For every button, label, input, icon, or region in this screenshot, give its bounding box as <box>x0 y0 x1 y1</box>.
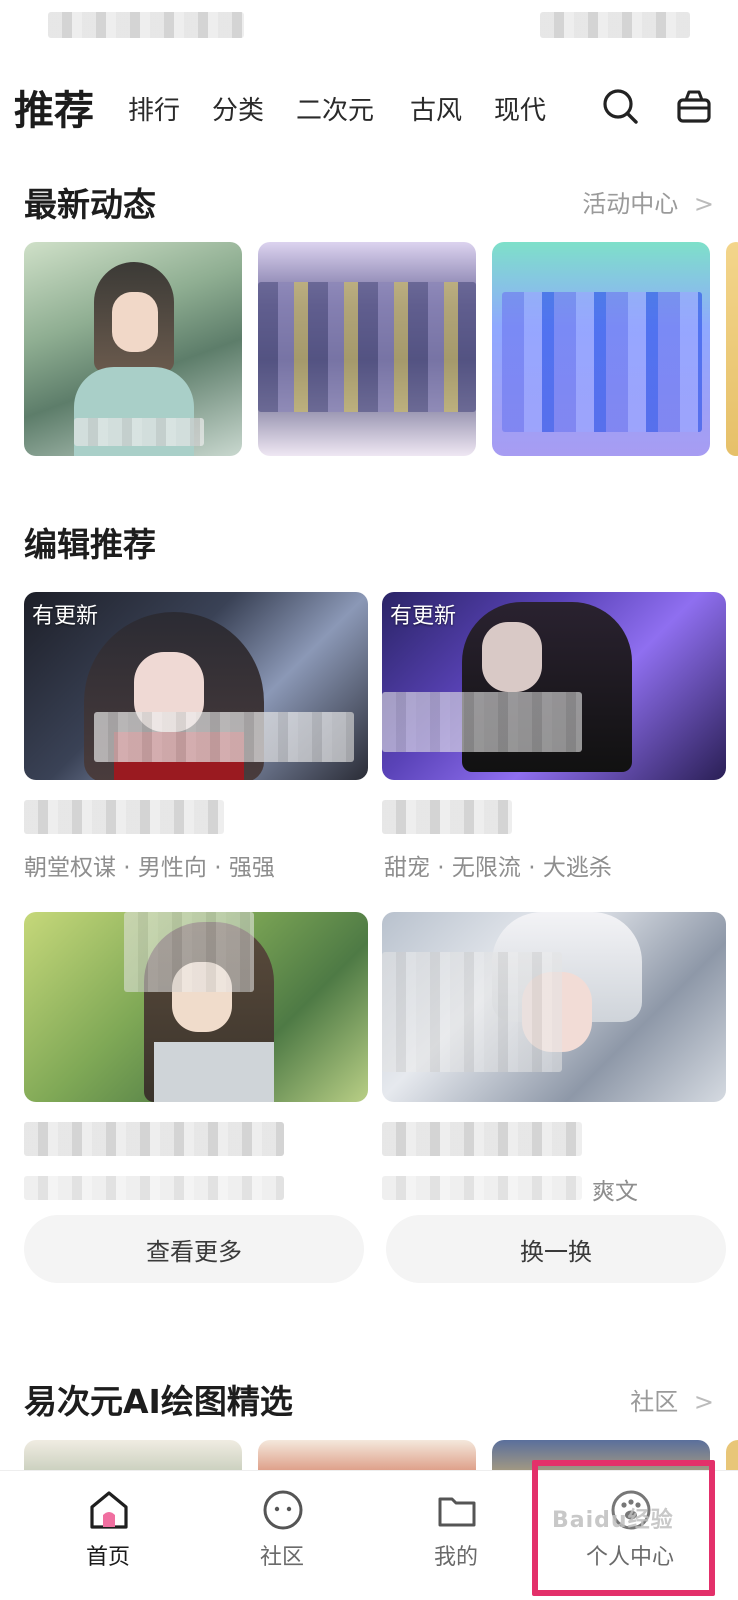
editor-card-4[interactable] <box>382 912 726 1102</box>
editor-card-2-tags: 甜宠 · 无限流 · 大逃杀 <box>384 855 612 881</box>
editor-card-3[interactable] <box>24 912 368 1102</box>
tab-community[interactable]: 社区 <box>202 1471 362 1600</box>
editor-card-4-tags: 爽文 <box>592 1179 638 1205</box>
community-link-label: 社区 <box>630 1388 679 1416</box>
character-face <box>482 622 542 692</box>
tab-modern[interactable]: 现代 <box>494 90 546 127</box>
character-face <box>112 292 158 352</box>
chevron-right-icon: > <box>693 190 714 218</box>
latest-card-4-partial[interactable] <box>726 242 738 456</box>
status-bar-left-blur <box>48 12 244 38</box>
editor-card-2[interactable]: 有更新 <box>382 592 726 780</box>
tab-ancient[interactable]: 古风 <box>410 90 462 127</box>
section-title-ai: 易次元AI绘图精选 <box>24 1382 293 1421</box>
editor-card-1-tags: 朝堂权谋 · 男性向 · 强强 <box>24 855 275 881</box>
update-badge: 有更新 <box>390 604 457 629</box>
chat-bubble-icon <box>263 1490 303 1530</box>
folder-icon <box>438 1497 476 1527</box>
character-armor <box>154 1042 274 1102</box>
tab-home-label: 首页 <box>85 1545 130 1570</box>
card-text-blur <box>74 418 204 446</box>
tab-recommend[interactable]: 推荐 <box>14 78 94 136</box>
editor-card-4-title-blur <box>382 1122 582 1156</box>
card-mosaic <box>502 292 702 432</box>
editor-card-4-tags-blur <box>382 1176 582 1200</box>
tab-category[interactable]: 分类 <box>212 90 264 127</box>
latest-card-3[interactable] <box>492 242 710 456</box>
editor-card-3-tags-blur <box>24 1176 284 1200</box>
search-icon[interactable] <box>600 86 640 126</box>
see-more-button[interactable]: 查看更多 <box>24 1215 364 1283</box>
update-badge: 有更新 <box>32 604 99 629</box>
activity-center-link[interactable]: 活动中心 > <box>582 184 714 219</box>
card-mosaic <box>124 912 254 992</box>
gift-basket-icon[interactable] <box>674 86 714 126</box>
card-title-blur <box>382 692 582 752</box>
tab-community-label: 社区 <box>259 1545 304 1570</box>
tab-mine-label: 我的 <box>433 1545 478 1570</box>
chevron-right-icon: > <box>693 1388 714 1416</box>
section-title-editor: 编辑推荐 <box>24 525 156 564</box>
top-nav: 推荐 排行 分类 二次元 古风 现代 <box>0 70 738 140</box>
latest-card-1[interactable] <box>24 242 242 456</box>
tab-anime[interactable]: 二次元 <box>296 90 374 127</box>
tab-ranking[interactable]: 排行 <box>128 90 180 127</box>
status-bar-right-blur <box>540 12 690 38</box>
tab-home[interactable]: 首页 <box>28 1471 188 1600</box>
editor-card-3-title-blur <box>24 1122 284 1156</box>
activity-center-label: 活动中心 <box>582 190 679 218</box>
editor-card-1[interactable]: 有更新 <box>24 592 368 780</box>
editor-card-2-title-blur <box>382 800 512 834</box>
status-bar <box>0 0 738 50</box>
card-title-blur <box>94 712 354 762</box>
baidu-watermark: Baidu经验 <box>552 1508 674 1533</box>
home-icon <box>90 1491 128 1529</box>
latest-card-2[interactable] <box>258 242 476 456</box>
card-mosaic <box>382 952 562 1072</box>
community-link[interactable]: 社区 > <box>630 1382 714 1417</box>
tab-mine[interactable]: 我的 <box>376 1471 536 1600</box>
card-mosaic <box>258 282 476 412</box>
refresh-button[interactable]: 换一换 <box>386 1215 726 1283</box>
editor-card-1-title-blur <box>24 800 224 834</box>
section-title-latest: 最新动态 <box>24 185 156 224</box>
